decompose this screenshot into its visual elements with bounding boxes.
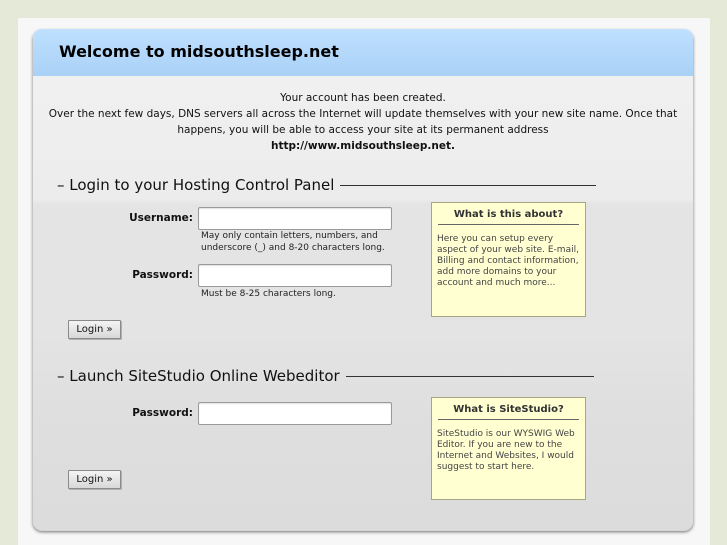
- site-address: http://www.midsouthsleep.net.: [270, 140, 455, 152]
- control-panel-login-button[interactable]: Login »: [68, 320, 121, 339]
- username-input[interactable]: [198, 207, 392, 230]
- info-box-title: What is SiteStudio?: [438, 404, 579, 420]
- username-hint: May only contain letters, numbers, and u…: [201, 231, 385, 253]
- sitestudio-info-box: What is SiteStudio? SiteStudio is our WY…: [431, 397, 586, 500]
- heading-rule: [345, 375, 594, 377]
- intro-message: Your account has been created. Over the …: [33, 90, 693, 154]
- info-box-text: Here you can setup every aspect of your …: [437, 234, 579, 288]
- heading-rule: [340, 184, 597, 186]
- welcome-panel: Welcome to midsouthsleep.net Your accoun…: [33, 29, 693, 530]
- control-panel-heading-text: – Login to your Hosting Control Panel: [57, 176, 335, 194]
- info-box-title: What is this about?: [438, 209, 579, 225]
- intro-line-1: Your account has been created.: [280, 92, 446, 104]
- sitestudio-heading-text: – Launch SiteStudio Online Webeditor: [57, 367, 340, 385]
- panel-header: Welcome to midsouthsleep.net: [33, 29, 693, 76]
- sitestudio-password-label: Password:: [132, 407, 193, 419]
- username-label: Username:: [129, 212, 193, 224]
- page-title: Welcome to midsouthsleep.net: [59, 42, 339, 61]
- info-box-text: SiteStudio is our WYSWIG Web Editor. If …: [437, 429, 575, 472]
- password-label: Password:: [132, 269, 193, 281]
- password-input[interactable]: [198, 264, 392, 287]
- intro-line-3: happens, you will be able to access your…: [177, 124, 549, 136]
- sitestudio-password-input[interactable]: [198, 402, 392, 425]
- sitestudio-login-button[interactable]: Login »: [68, 470, 121, 489]
- intro-line-2: Over the next few days, DNS servers all …: [48, 108, 678, 120]
- control-panel-heading: – Login to your Hosting Control Panel: [57, 176, 597, 194]
- control-panel-info-box: What is this about? Here you can setup e…: [431, 202, 586, 317]
- sitestudio-heading: – Launch SiteStudio Online Webeditor: [57, 367, 594, 385]
- password-hint: Must be 8-25 characters long.: [201, 289, 336, 299]
